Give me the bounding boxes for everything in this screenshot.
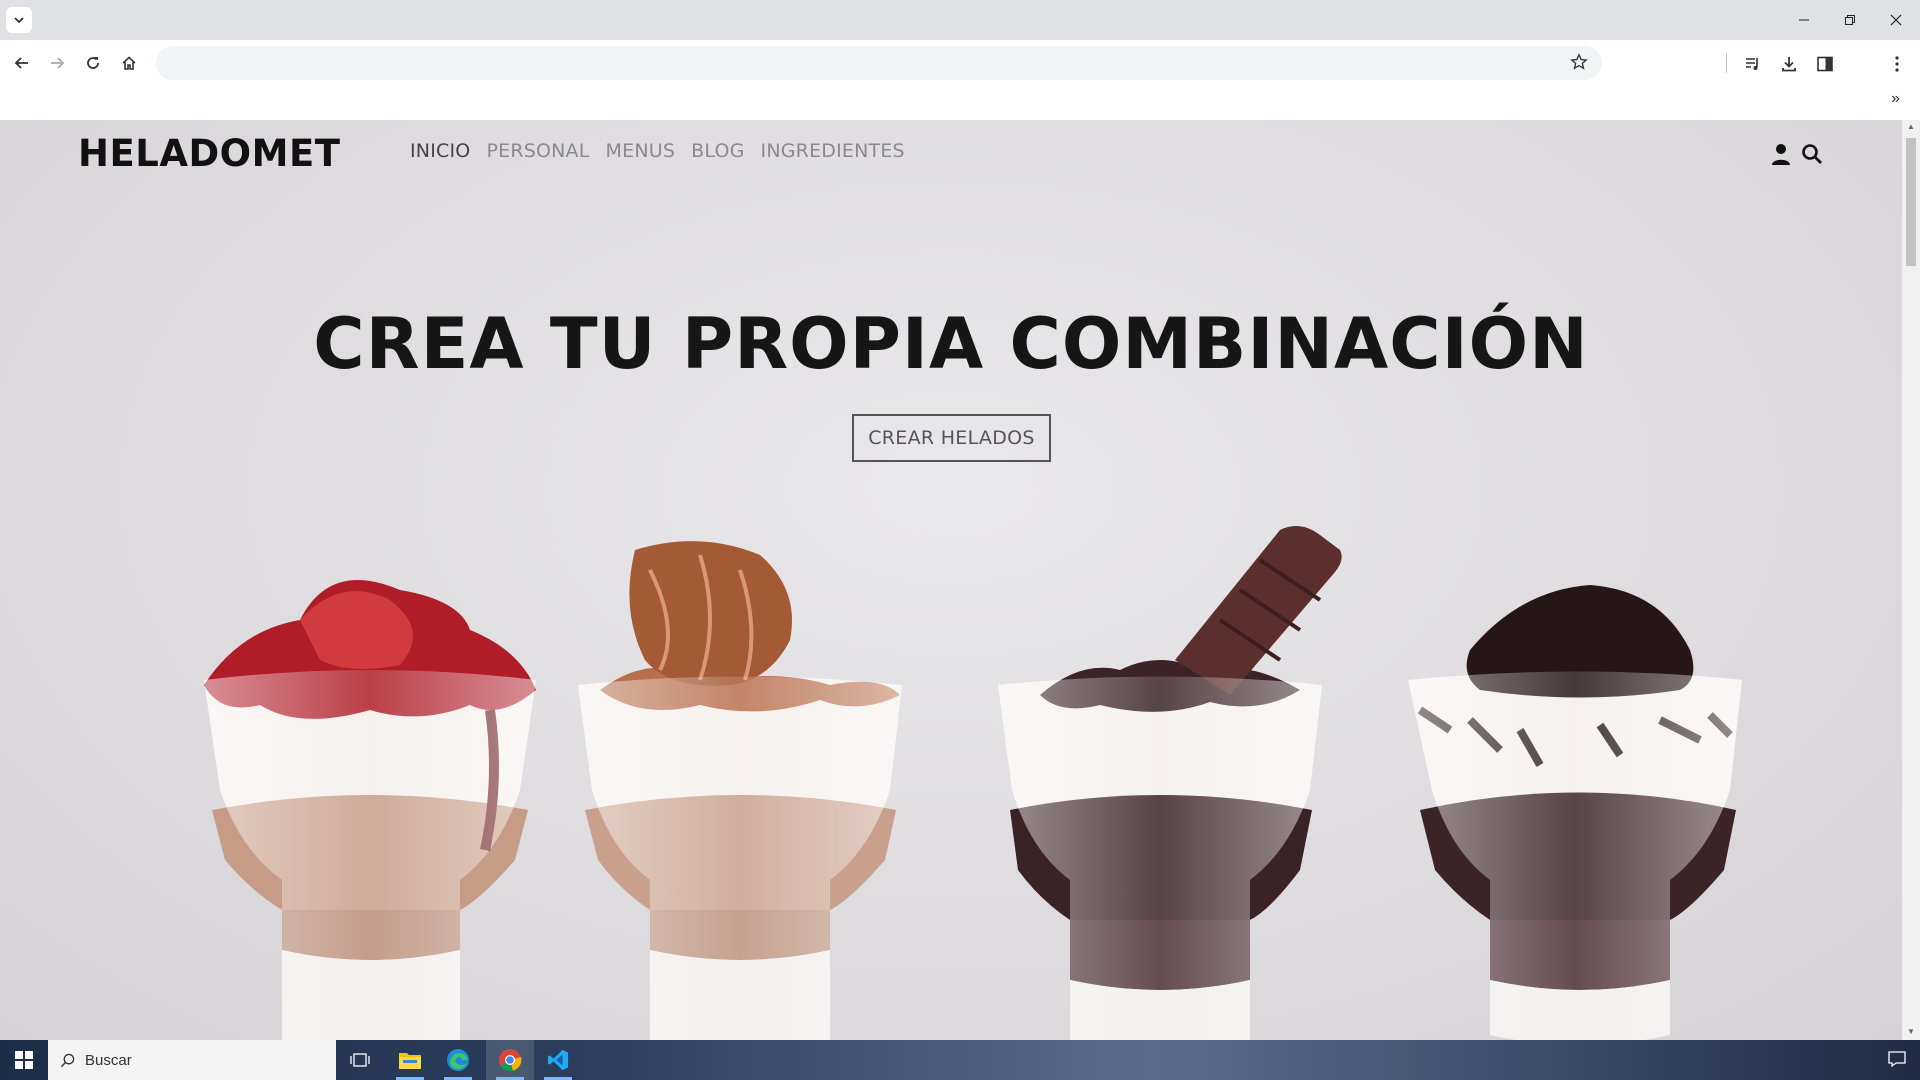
scrollbar-thumb[interactable] [1906, 138, 1916, 266]
more-vertical-icon [1895, 56, 1899, 72]
account-button[interactable] [1767, 140, 1795, 168]
page-viewport: HELADOMET INICIO PERSONAL MENUS BLOG ING… [0, 120, 1902, 1040]
nav-item-menus[interactable]: MENUS [606, 140, 676, 162]
home-icon [122, 56, 136, 70]
chevron-down-icon [14, 17, 24, 24]
dessert-cup-cookies-cream [1408, 585, 1742, 1040]
double-chevron-right-icon: » [1891, 90, 1900, 107]
taskbar-search-placeholder: Buscar [85, 1051, 132, 1069]
vscode-icon [547, 1049, 569, 1071]
vscode-button[interactable] [534, 1040, 582, 1080]
nav-item-inicio[interactable]: INICIO [410, 140, 470, 162]
restore-icon [1845, 15, 1855, 25]
file-explorer-button[interactable] [386, 1040, 434, 1080]
home-button[interactable] [114, 48, 144, 78]
back-button[interactable] [7, 48, 37, 78]
site-search-button[interactable] [1798, 140, 1826, 168]
arrow-left-icon [14, 57, 28, 69]
browser-titlebar [0, 0, 1920, 40]
close-window-button[interactable] [1873, 0, 1919, 40]
bookmarks-bar [0, 86, 1920, 120]
bookmark-star-icon[interactable] [1570, 53, 1588, 71]
nav-item-personal[interactable]: PERSONAL [486, 140, 589, 162]
user-icon [1772, 144, 1790, 165]
side-panel-icon [1817, 56, 1833, 72]
action-center-button[interactable] [1888, 1050, 1906, 1073]
file-explorer-icon [399, 1053, 421, 1069]
task-view-button[interactable] [336, 1040, 384, 1080]
close-icon [1890, 14, 1902, 26]
minimize-button[interactable] [1781, 0, 1827, 40]
minimize-icon [1799, 19, 1809, 21]
windows-logo-icon [15, 1051, 33, 1069]
side-panel-button[interactable] [1813, 52, 1837, 76]
hero-title: CREA TU PROPIA COMBINACIÓN [313, 303, 1589, 385]
dessert-cup-strawberry [204, 580, 536, 1040]
search-icon [1802, 144, 1822, 164]
edge-button[interactable] [434, 1040, 482, 1080]
notification-icon [1888, 1051, 1906, 1068]
create-ice-cream-button[interactable]: CREAR HELADOS [852, 414, 1051, 462]
playlist-icon [1746, 58, 1758, 70]
address-bar[interactable] [156, 46, 1602, 80]
site-logo[interactable]: HELADOMET [78, 132, 340, 175]
edge-icon [447, 1049, 469, 1071]
taskbar-search[interactable]: Buscar [48, 1040, 336, 1080]
download-icon [1782, 57, 1796, 72]
scroll-down-arrow[interactable]: ▼ [1906, 1027, 1916, 1037]
reload-icon [87, 57, 99, 69]
hero-dessert-image [204, 526, 1742, 1040]
arrow-right-icon [51, 57, 65, 69]
forward-button[interactable] [42, 48, 72, 78]
nav-item-blog[interactable]: BLOG [691, 140, 744, 162]
nav-item-ingredientes[interactable]: INGREDIENTES [761, 140, 905, 162]
reload-button[interactable] [78, 48, 108, 78]
search-icon [60, 1053, 75, 1067]
tab-search-button[interactable] [6, 7, 32, 33]
dessert-cup-caramel [578, 541, 902, 1040]
bookmarks-overflow-button[interactable]: » [1891, 90, 1900, 108]
downloads-button[interactable] [1777, 52, 1801, 76]
scroll-up-arrow[interactable]: ▲ [1906, 122, 1916, 132]
toolbar-separator [1726, 53, 1727, 73]
media-control-button[interactable] [1741, 52, 1765, 76]
chrome-button[interactable] [486, 1040, 534, 1080]
task-view-icon [350, 1053, 370, 1067]
restore-button[interactable] [1827, 0, 1873, 40]
browser-menu-button[interactable] [1885, 52, 1909, 76]
site-header: HELADOMET INICIO PERSONAL MENUS BLOG ING… [0, 120, 1902, 184]
windows-taskbar: Buscar [0, 1040, 1920, 1080]
start-button[interactable] [0, 1040, 48, 1080]
chrome-icon [499, 1049, 522, 1072]
dessert-cup-chocolate [998, 526, 1342, 1040]
main-nav: INICIO PERSONAL MENUS BLOG INGREDIENTES [410, 140, 905, 162]
